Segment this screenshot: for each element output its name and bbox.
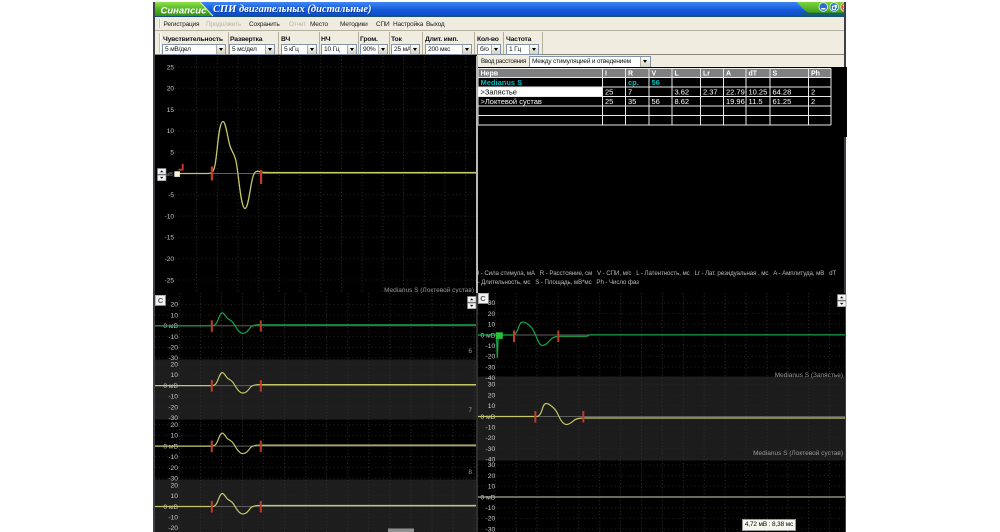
svg-text:20: 20 [167, 86, 175, 93]
svg-text:5: 5 [170, 150, 174, 157]
svg-text:-20: -20 [168, 465, 178, 472]
svg-text:2: 2 [811, 97, 815, 106]
svg-text:20: 20 [171, 482, 179, 489]
svg-text:30: 30 [487, 382, 495, 389]
svg-text:20: 20 [171, 422, 179, 429]
svg-text:25: 25 [167, 64, 175, 71]
svg-text:>Запястье: >Запястье [480, 87, 516, 96]
svg-text:Medianus S (Запястье): Medianus S (Запястье) [774, 372, 842, 379]
svg-text:56: 56 [651, 78, 659, 87]
svg-text:10: 10 [487, 484, 495, 491]
svg-text:0 мВ: 0 мВ [480, 494, 495, 501]
svg-text:L: L [674, 70, 679, 77]
svg-text:-25: -25 [165, 277, 175, 284]
svg-text:-15: -15 [165, 235, 175, 242]
svg-text:10: 10 [171, 493, 179, 500]
svg-text:10: 10 [167, 128, 175, 135]
svg-text:35: 35 [628, 97, 636, 106]
svg-text:-30: -30 [168, 415, 178, 422]
svg-text:10: 10 [171, 372, 179, 379]
svg-text:I: I [605, 70, 607, 77]
svg-text:20: 20 [487, 311, 495, 318]
svg-text:Ph: Ph [811, 70, 820, 77]
svg-text:10: 10 [171, 433, 179, 440]
svg-text:25: 25 [605, 97, 613, 106]
svg-text:-10: -10 [168, 454, 178, 461]
svg-text:0 мВ: 0 мВ [163, 504, 178, 511]
svg-text:-10: -10 [168, 515, 178, 522]
svg-text:-5: -5 [168, 192, 174, 199]
svg-text:-10: -10 [485, 425, 495, 432]
svg-text:8.62: 8.62 [674, 97, 689, 106]
svg-text:-20: -20 [168, 404, 178, 411]
svg-text:Medianus S (Локтевой сустав): Medianus S (Локтевой сустав) [753, 449, 843, 457]
svg-text:3.62: 3.62 [674, 87, 689, 96]
svg-text:Medianus S (Локтевой сустав): Medianus S (Локтевой сустав) [384, 286, 474, 293]
svg-text:-20: -20 [485, 354, 495, 361]
svg-text:20: 20 [487, 392, 495, 399]
svg-text:-10: -10 [168, 394, 178, 401]
svg-text:-30: -30 [485, 446, 495, 453]
svg-text:0 мВ: 0 мВ [163, 443, 178, 450]
svg-text:S: S [772, 70, 777, 77]
svg-text:ср.: ср. [628, 78, 639, 87]
svg-text:-30: -30 [485, 364, 495, 371]
svg-text:dT: dT [748, 70, 757, 77]
svg-text:64.28: 64.28 [772, 87, 791, 96]
svg-text:2.37: 2.37 [703, 87, 718, 96]
svg-text:-30: -30 [485, 526, 495, 532]
svg-text:8: 8 [468, 469, 472, 476]
svg-text:-10: -10 [485, 343, 495, 350]
svg-text:R: R [628, 70, 633, 77]
svg-text:20: 20 [171, 302, 179, 309]
svg-text:Lr: Lr [703, 70, 710, 77]
svg-text:-10: -10 [485, 505, 495, 512]
svg-text:-10: -10 [165, 213, 175, 220]
svg-text:10: 10 [487, 403, 495, 410]
svg-text:7: 7 [468, 407, 472, 414]
svg-text:0 мВ: 0 мВ [163, 323, 178, 330]
svg-text:61.25: 61.25 [772, 97, 791, 106]
svg-text:6: 6 [468, 348, 472, 355]
svg-text:2: 2 [811, 87, 815, 96]
svg-text:-20: -20 [168, 525, 178, 532]
svg-text:19.96: 19.96 [726, 97, 745, 106]
svg-text:11.5: 11.5 [748, 97, 762, 106]
svg-text:-20: -20 [485, 435, 495, 442]
svg-text:30: 30 [487, 462, 495, 469]
svg-text:-20: -20 [168, 345, 178, 352]
svg-text:0 мВ: 0 мВ [480, 414, 495, 421]
svg-text:A: A [726, 70, 731, 77]
svg-text:25: 25 [605, 87, 613, 96]
svg-text:0 мВ: 0 мВ [480, 332, 495, 339]
svg-text:7: 7 [628, 87, 632, 96]
svg-text:0 мВ: 0 мВ [163, 383, 178, 390]
svg-text:>Локтевой сустав: >Локтевой сустав [480, 97, 541, 106]
svg-text:20: 20 [171, 362, 179, 369]
svg-text:-20: -20 [165, 256, 175, 263]
svg-text:-10: -10 [168, 334, 178, 341]
svg-text:10: 10 [171, 312, 179, 319]
svg-text:20: 20 [487, 473, 495, 480]
svg-text:Нерв: Нерв [480, 70, 498, 77]
svg-text:V: V [651, 70, 656, 77]
svg-text:-20: -20 [485, 516, 495, 523]
svg-text:22.79: 22.79 [726, 87, 745, 96]
svg-text:15: 15 [167, 107, 175, 114]
svg-text:10.25: 10.25 [748, 87, 767, 96]
svg-text:Medianus S: Medianus S [480, 78, 522, 87]
svg-text:10: 10 [487, 322, 495, 329]
svg-text:Синапсис: Синапсис [161, 6, 208, 17]
svg-text:56: 56 [651, 97, 659, 106]
